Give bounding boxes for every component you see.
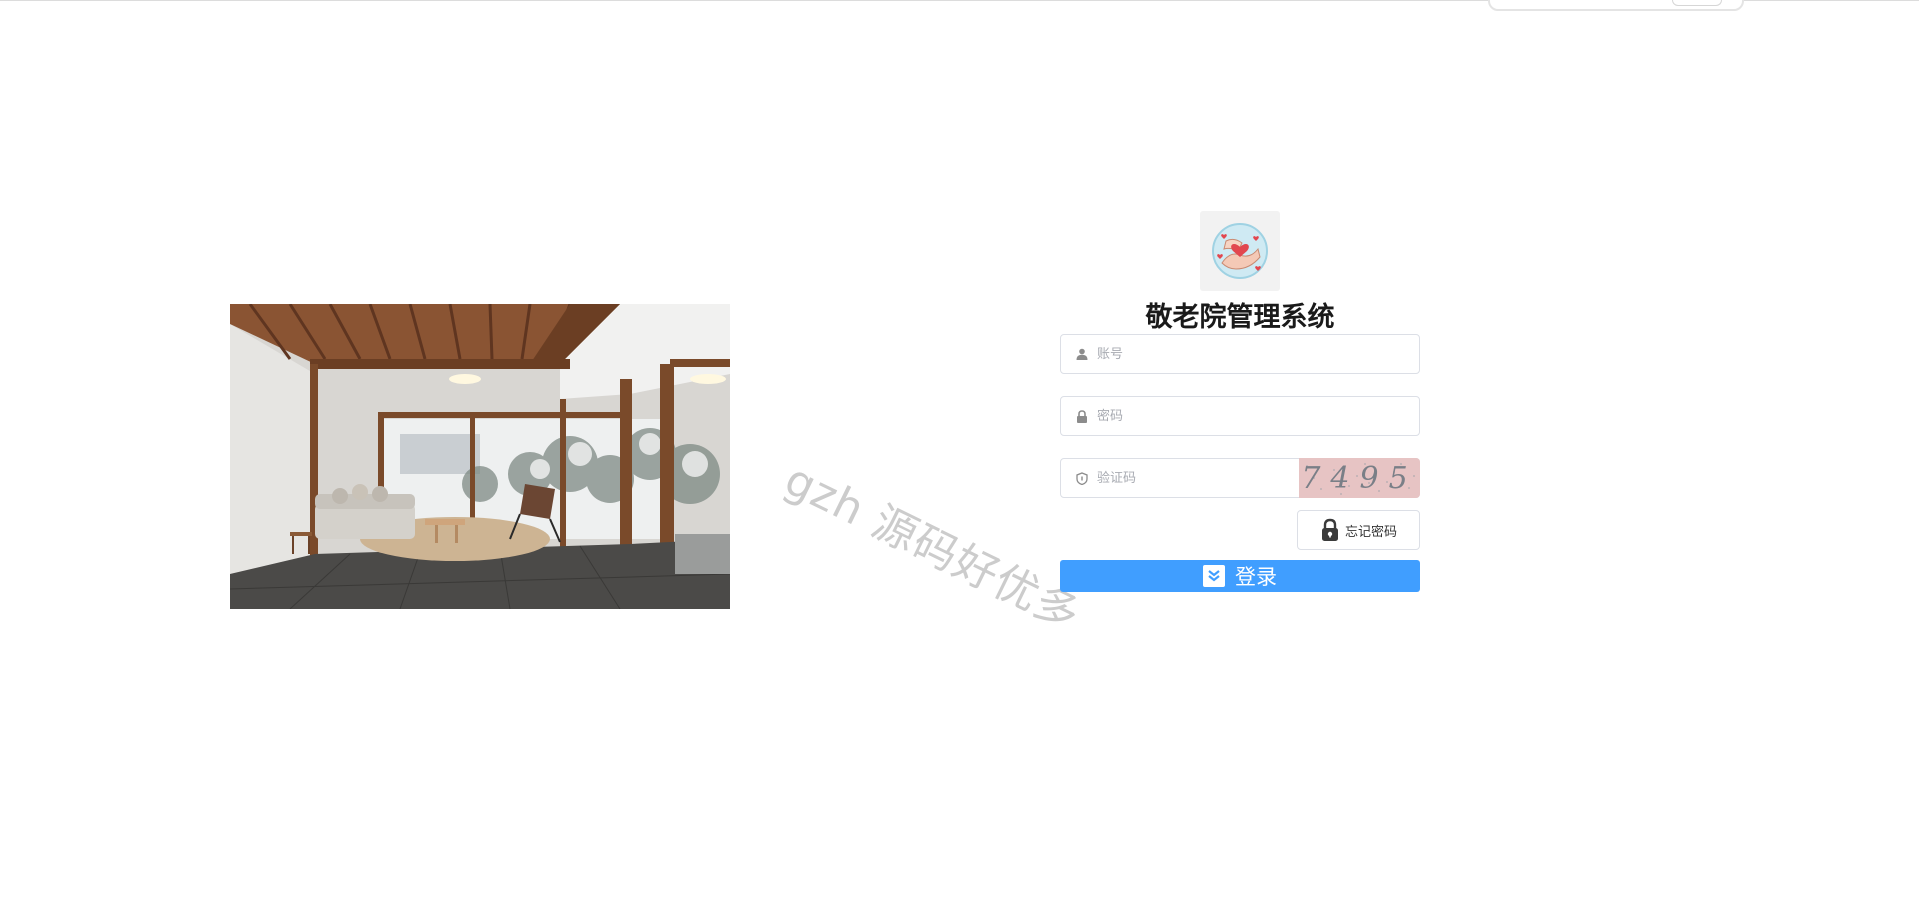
user-icon [1075,347,1089,361]
popover-button[interactable] [1672,0,1722,6]
captcha-code: 7495 [1301,460,1418,496]
page-title: 敬老院管理系统 [1145,302,1335,333]
password-field[interactable] [1060,396,1420,436]
login-button[interactable]: 登录 [1060,560,1420,592]
login-page: gzh 源码好优多 敬老院管理系统 账号 验证码 7495 忘记密码 登录 [0,0,1919,911]
padlock-icon [1321,518,1338,541]
watermark-text: gzh 源码好优多 [776,454,1089,642]
password-input[interactable] [1097,398,1419,434]
captcha-field[interactable]: 7495 [1060,458,1420,498]
check-icon [1203,565,1225,587]
username-input[interactable] [1097,336,1419,372]
app-logo [1200,211,1280,291]
username-field[interactable] [1060,334,1420,374]
shield-icon [1075,471,1089,485]
captcha-image[interactable]: 7495 [1299,458,1420,498]
interior-room-photo [230,304,730,609]
lock-icon [1075,409,1089,423]
captcha-input[interactable] [1097,460,1317,496]
forgot-password-button[interactable]: 忘记密码 [1297,510,1420,550]
top-popover [1488,0,1744,11]
login-button-label: 登录 [1235,565,1277,589]
forgot-password-label: 忘记密码 [1344,524,1397,540]
